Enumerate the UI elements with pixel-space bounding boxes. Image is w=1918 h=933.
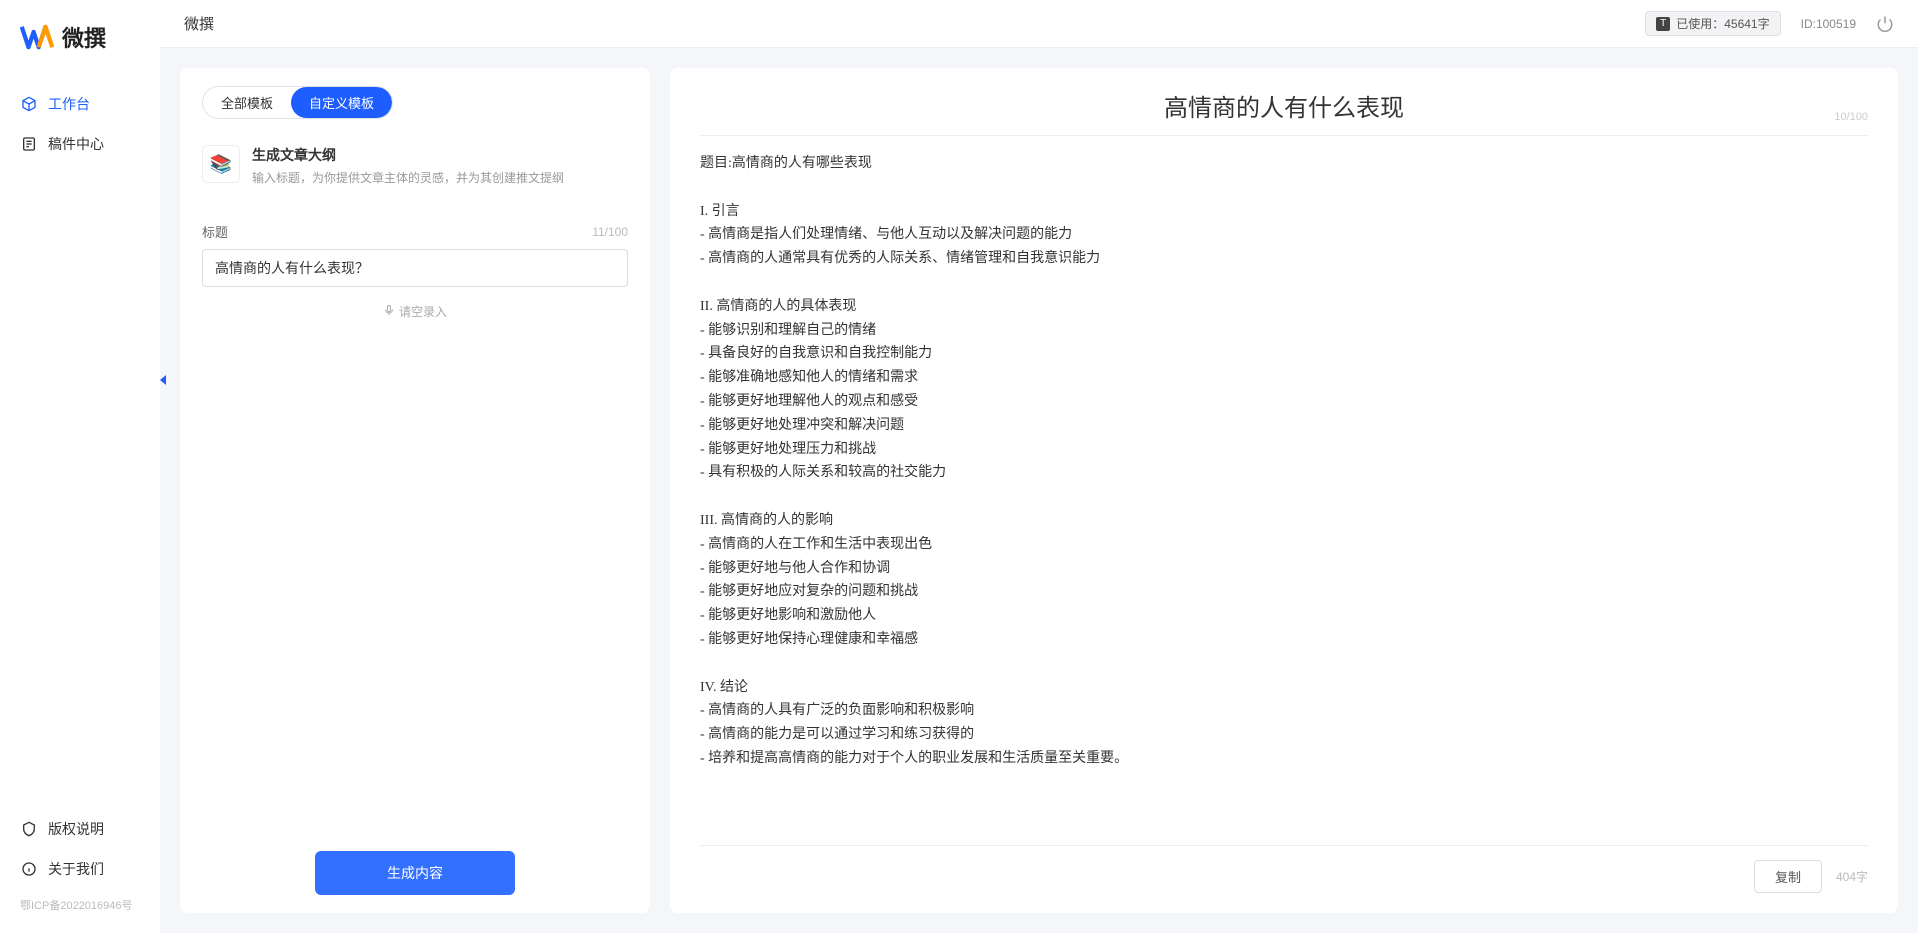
logo-text: 微撰 xyxy=(62,21,106,53)
nav-item-workspace[interactable]: 工作台 xyxy=(0,84,160,124)
voice-hint: 请空录入 xyxy=(399,303,447,320)
input-panel: 全部模板 自定义模板 📚 生成文章大纲 输入标题，为你提供文章主体的灵感，并为其… xyxy=(180,68,650,913)
generate-button[interactable]: 生成内容 xyxy=(315,851,515,895)
voice-input-row[interactable]: 请空录入 xyxy=(202,287,628,336)
content: 全部模板 自定义模板 📚 生成文章大纲 输入标题，为你提供文章主体的灵感，并为其… xyxy=(160,48,1918,933)
nav-item-about[interactable]: 关于我们 xyxy=(20,849,140,889)
title-input[interactable] xyxy=(202,249,628,287)
usage-value: 45641字 xyxy=(1724,15,1769,32)
output-header: 高情商的人有什么表现 10/100 xyxy=(700,88,1868,136)
main: 微撰 T 已使用： 45641字 ID:100519 全部模板 自定义模板 📚 xyxy=(160,0,1918,933)
page-title: 微撰 xyxy=(184,13,214,34)
output-footer: 复制 404字 xyxy=(700,845,1868,893)
template-icon: 📚 xyxy=(202,145,240,183)
nav-label: 工作台 xyxy=(48,94,90,114)
icp-text: 鄂ICP备2022016946号 xyxy=(0,889,160,913)
topbar: 微撰 T 已使用： 45641字 ID:100519 xyxy=(160,0,1918,48)
template-card: 📚 生成文章大纲 输入标题，为你提供文章主体的灵感，并为其创建推文提纲 xyxy=(202,137,628,204)
logo: 微撰 xyxy=(0,20,160,84)
output-panel: 高情商的人有什么表现 10/100 题目:高情商的人有哪些表现 I. 引言 - … xyxy=(670,68,1898,913)
title-field-row: 标题 11/100 xyxy=(202,222,628,241)
mic-icon xyxy=(383,304,395,319)
cube-icon xyxy=(20,95,38,113)
usage-prefix: 已使用： xyxy=(1676,15,1724,32)
nav-item-drafts[interactable]: 稿件中心 xyxy=(0,124,160,164)
output-body[interactable]: 题目:高情商的人有哪些表现 I. 引言 - 高情商是指人们处理情绪、与他人互动以… xyxy=(700,136,1868,845)
sidebar: 微撰 工作台 稿件中心 版权说明 xyxy=(0,0,160,933)
logo-icon xyxy=(20,20,54,54)
nav: 工作台 稿件中心 xyxy=(0,84,160,809)
output-top-count: 10/100 xyxy=(1834,111,1868,123)
nav-label: 稿件中心 xyxy=(48,134,104,154)
tab-all-templates[interactable]: 全部模板 xyxy=(203,87,291,118)
tab-custom-templates[interactable]: 自定义模板 xyxy=(291,87,392,118)
sidebar-bottom: 版权说明 关于我们 xyxy=(0,809,160,889)
output-title: 高情商的人有什么表现 xyxy=(700,88,1868,123)
shield-icon xyxy=(20,820,38,838)
document-icon xyxy=(20,135,38,153)
template-title: 生成文章大纲 xyxy=(252,145,564,165)
template-tabs: 全部模板 自定义模板 xyxy=(202,86,393,119)
text-icon: T xyxy=(1656,17,1670,31)
nav-item-copyright[interactable]: 版权说明 xyxy=(20,809,140,849)
nav-label: 版权说明 xyxy=(48,819,104,839)
title-char-count: 11/100 xyxy=(592,225,628,239)
nav-label: 关于我们 xyxy=(48,859,104,879)
template-desc: 输入标题，为你提供文章主体的灵感，并为其创建推文提纲 xyxy=(252,169,564,186)
user-id: ID:100519 xyxy=(1801,17,1856,31)
info-icon xyxy=(20,860,38,878)
copy-button[interactable]: 复制 xyxy=(1754,860,1822,893)
usage-badge[interactable]: T 已使用： 45641字 xyxy=(1645,11,1780,36)
output-char-count: 404字 xyxy=(1836,868,1868,885)
sidebar-collapse-handle[interactable] xyxy=(156,370,170,390)
power-icon[interactable] xyxy=(1876,15,1894,33)
title-label: 标题 xyxy=(202,222,228,241)
